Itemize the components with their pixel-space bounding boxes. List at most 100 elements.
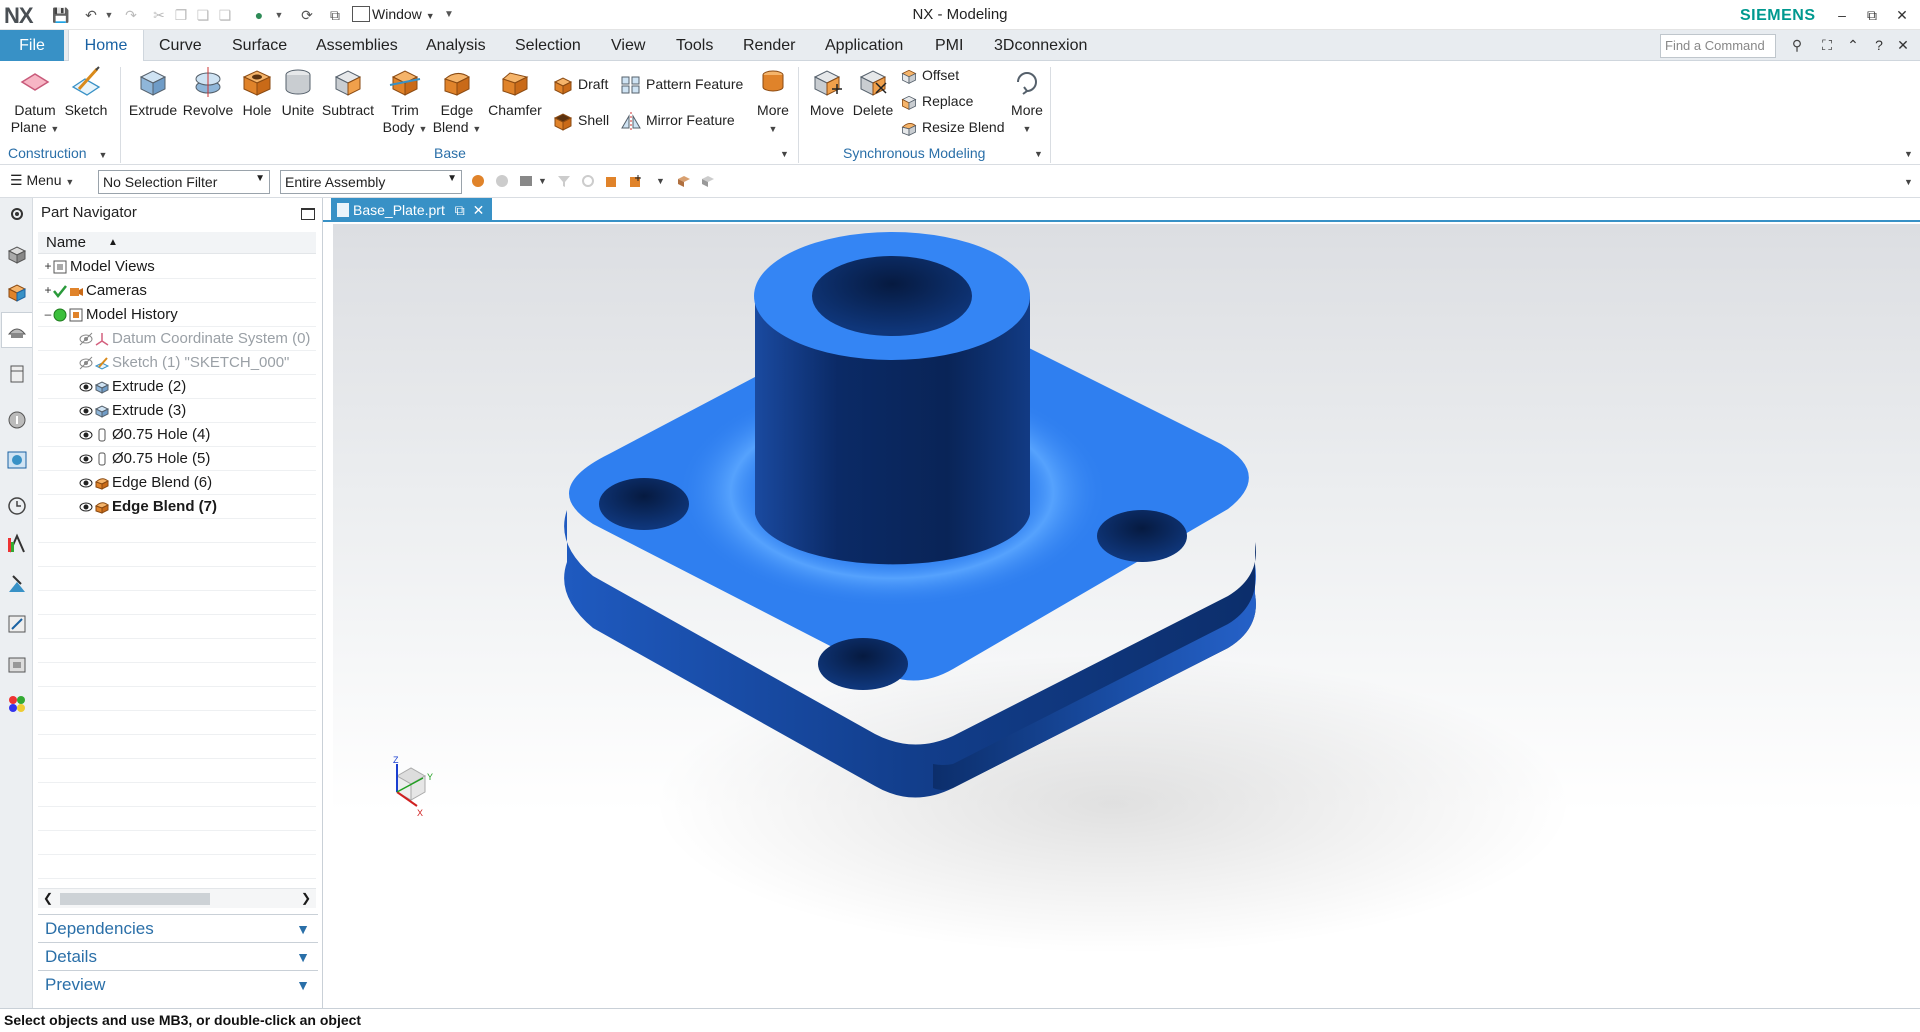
boss-bore-hole[interactable] [812,256,972,336]
sync-group-dropdown-icon[interactable]: ▼ [1034,149,1043,159]
constraint-navigator-icon[interactable] [5,280,29,304]
tree-row[interactable]: Sketch (1) "SKETCH_000" [38,351,316,375]
filter-icon[interactable] [556,173,572,189]
shell-button[interactable]: Shell [552,107,609,133]
tab-render[interactable]: Render [743,30,795,61]
ribbon-options-icon[interactable]: ▼ [1904,149,1913,159]
tree-row[interactable]: Edge Blend (7) [38,495,316,519]
show-hide-icon[interactable] [676,173,692,189]
extrude-button[interactable]: Extrude [126,65,180,119]
visible-eye-icon[interactable] [78,499,94,515]
maximize-panel-icon[interactable] [301,208,315,220]
trim-body-button[interactable]: Trim Body ▼ [380,65,430,138]
tab-selection[interactable]: Selection [515,30,581,61]
part-navigator-icon[interactable] [5,318,29,342]
tree-row[interactable]: Ø0.75 Hole (5) [38,447,316,471]
visible-eye-icon[interactable] [78,475,94,491]
collapse-ribbon-icon[interactable]: ⌃ [1844,36,1862,54]
tab-file[interactable]: File [0,30,64,61]
tab-surface[interactable]: Surface [232,30,287,61]
sync-more-button[interactable]: More ▼ [1006,65,1048,138]
document-tab[interactable]: Base_Plate.prt ⧉ ✕ [331,198,493,222]
snap-icon[interactable] [580,173,596,189]
datum-plane-button[interactable]: Datum Plane ▼ [10,65,60,138]
resize-blend-button[interactable]: Resize Blend [900,115,1005,139]
details-section[interactable]: Details ▼ [38,942,318,970]
tree-row[interactable]: Extrude (3) [38,399,316,423]
reuse-library-icon[interactable] [5,362,29,386]
visible-eye-icon[interactable] [78,379,94,395]
close-tab-icon[interactable]: ✕ [473,202,485,218]
tree-row[interactable]: + Cameras [38,279,316,303]
draft-button[interactable]: Draft [552,71,608,97]
minimize-icon[interactable]: – [1830,4,1854,26]
mounting-hole-left[interactable] [599,478,689,530]
tree-row[interactable]: Ø0.75 Hole (4) [38,423,316,447]
web-browser-icon[interactable] [5,448,29,472]
selection-bar-options-icon[interactable]: ▼ [1904,177,1913,187]
display-mode-icon[interactable] [700,173,716,189]
system-scenes-icon[interactable] [5,652,29,676]
hole-button[interactable]: Hole [238,65,276,119]
tab-view[interactable]: View [611,30,645,61]
revolve-button[interactable]: Revolve [182,65,234,119]
tab-assemblies[interactable]: Assemblies [316,30,398,61]
dependencies-section[interactable]: Dependencies ▼ [38,914,318,942]
quick-pick-dropdown-icon[interactable]: ▼ [656,176,665,186]
scrollbar-thumb[interactable] [60,893,210,905]
horizontal-scrollbar[interactable]: ❮ ❯ [38,888,316,908]
tabbar-close-icon[interactable]: ✕ [1894,36,1912,54]
selection-options-dropdown-icon[interactable]: ▼ [538,176,547,186]
settings-gear-icon[interactable] [5,202,29,226]
mirror-feature-button[interactable]: Mirror Feature [620,107,735,133]
unite-button[interactable]: Unite [278,65,318,119]
history-clock-icon[interactable] [5,494,29,518]
process-studio-icon[interactable] [5,532,29,556]
base-group-dropdown-icon[interactable]: ▼ [780,149,789,159]
tab-analysis[interactable]: Analysis [426,30,486,61]
tree-row[interactable]: Extrude (2) [38,375,316,399]
full-screen-icon[interactable]: ⛶ [1818,36,1836,54]
close-icon[interactable]: ✕ [1890,4,1914,26]
tab-application[interactable]: Application [825,30,903,61]
tree-row[interactable]: Datum Coordinate System (0) [38,327,316,351]
visible-eye-icon[interactable] [78,427,94,443]
hidden-eye-icon[interactable] [78,331,94,347]
visible-eye-icon[interactable] [78,403,94,419]
sort-ascending-icon[interactable]: ▲ [108,237,118,248]
subtract-button[interactable]: Subtract [320,65,376,119]
visible-eye-icon[interactable] [78,451,94,467]
tree-row[interactable]: Edge Blend (6) [38,471,316,495]
tree-row[interactable]: + Model Views [38,255,316,279]
tab-home[interactable]: Home [68,30,144,62]
pattern-feature-button[interactable]: Pattern Feature [620,71,743,97]
base-more-button[interactable]: More ▼ [750,65,796,138]
delete-face-button[interactable]: Delete [850,65,896,119]
search-icon[interactable]: ⚲ [1788,36,1806,54]
view-triad[interactable]: Z Y X [383,754,439,818]
scroll-left-icon[interactable]: ❮ [43,891,53,905]
scroll-right-icon[interactable]: ❯ [301,891,311,905]
chamfer-button[interactable]: Chamfer [486,65,544,119]
select-feature-icon[interactable] [470,173,486,189]
roles-icon[interactable] [5,612,29,636]
selection-scope-dropdown[interactable]: Entire Assembly ▼ [280,170,462,194]
undock-icon[interactable]: ⧉ [455,202,465,218]
selection-filter-dropdown[interactable]: No Selection Filter ▼ [98,170,270,194]
offset-region-button[interactable]: Offset [900,63,959,87]
restore-icon[interactable]: ⧉ [1860,4,1884,26]
model-graphics[interactable] [333,224,1920,1008]
highlight-icon[interactable] [604,173,620,189]
general-selection-icon[interactable] [518,173,534,189]
hidden-eye-icon[interactable] [78,355,94,371]
tree-row[interactable]: – Model History [38,303,316,327]
tab-curve[interactable]: Curve [159,30,202,61]
mounting-hole-front[interactable] [818,638,908,690]
name-column-header[interactable]: Name ▲ [38,232,316,254]
menu-button[interactable]: ☰ Menu ▼ [10,172,74,189]
quick-pick-icon[interactable] [628,173,644,189]
preview-section[interactable]: Preview ▼ [38,970,318,998]
command-search-input[interactable]: Find a Command [1660,34,1776,58]
graphics-window[interactable]: Z Y X [333,224,1920,1008]
select-group-icon[interactable] [494,173,510,189]
